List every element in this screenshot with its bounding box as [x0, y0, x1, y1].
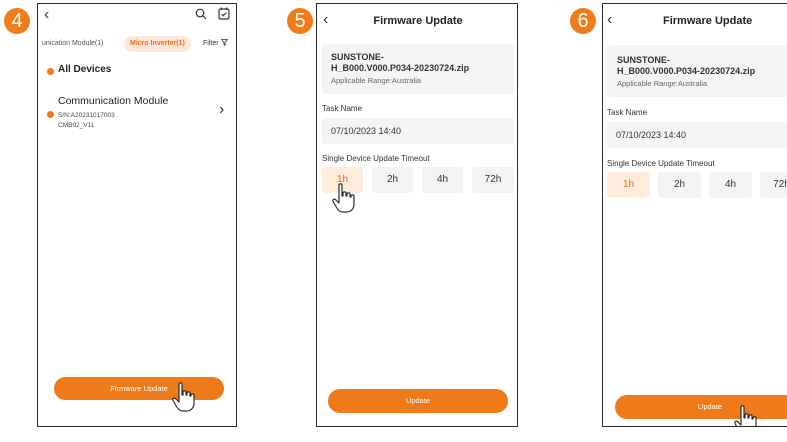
device-model: CMB02_V11	[58, 122, 95, 129]
timeout-option-2h[interactable]: 2h	[372, 167, 413, 193]
back-arrow-icon[interactable]: ‹	[44, 7, 49, 23]
task-name-input[interactable]: 07/10/2023 14:40	[607, 122, 787, 148]
timeout-option-72h[interactable]: 72h	[760, 172, 787, 198]
chevron-right-icon: ›	[219, 101, 225, 118]
page-title: Firmware Update	[663, 15, 753, 27]
tab-communication-module[interactable]: unication Module(1)	[38, 36, 109, 52]
applicable-range: Applicable Range:Australia	[331, 76, 422, 85]
timeout-label: Single Device Update Timeout	[607, 159, 715, 168]
timeout-option-4h[interactable]: 4h	[709, 172, 752, 198]
firmware-file-card: SUNSTONE- H_B000.V000.P034-20230724.zip …	[607, 45, 787, 97]
timeout-label: Single Device Update Timeout	[322, 154, 430, 163]
firmware-file-name-line1: SUNSTONE-	[331, 52, 384, 62]
task-name-label: Task Name	[322, 104, 363, 113]
search-icon[interactable]	[195, 8, 207, 20]
step-number-6: 6	[570, 8, 596, 34]
update-button[interactable]: Update	[615, 395, 787, 419]
firmware-file-name-line2: H_B000.V000.P034-20230724.zip	[617, 66, 756, 76]
tab-micro-inverter[interactable]: Micro Inverter(1)	[124, 36, 191, 52]
filter-button[interactable]: Filter	[203, 36, 228, 52]
hand-pointer-icon	[734, 405, 757, 426]
update-button[interactable]: Update	[328, 389, 508, 413]
task-name-label: Task Name	[607, 108, 648, 117]
timeout-option-1h[interactable]: 1h	[607, 172, 650, 198]
calendar-icon[interactable]	[218, 7, 230, 20]
page-title: Firmware Update	[373, 15, 463, 27]
firmware-file-card: SUNSTONE- H_B000.V000.P034-20230724.zip …	[322, 44, 514, 94]
hand-pointer-icon	[332, 183, 355, 213]
device-list-item[interactable]: Communication Module S/N:A20231017003 CM…	[38, 92, 236, 136]
all-devices-check-icon	[47, 68, 54, 75]
firmware-file-name-line1: SUNSTONE-	[617, 55, 670, 65]
device-name: Communication Module	[58, 95, 169, 107]
device-serial-number: S/N:A20231017003	[58, 112, 115, 119]
filter-icon	[220, 39, 228, 47]
timeout-option-72h[interactable]: 72h	[472, 167, 514, 193]
task-name-input[interactable]: 07/10/2023 14:40	[322, 118, 514, 144]
step-number-5: 5	[287, 8, 313, 34]
timeout-option-2h[interactable]: 2h	[658, 172, 701, 198]
firmware-file-name-line2: H_B000.V000.P034-20230724.zip	[331, 63, 470, 73]
filter-label: Filter	[203, 40, 219, 47]
step-number-4: 4	[4, 8, 30, 34]
back-arrow-icon[interactable]: ‹	[607, 12, 612, 28]
firmware-update-button[interactable]: Firmware Update	[54, 377, 224, 400]
phone-screen-device-list: ‹ unication Module(1) Micro Inverter(1) …	[37, 3, 237, 427]
all-devices-label[interactable]: All Devices	[58, 64, 111, 75]
phone-screen-firmware-update-confirm: ‹ Firmware Update SUNSTONE- H_B000.V000.…	[602, 3, 787, 427]
device-selected-icon	[47, 111, 54, 118]
applicable-range: Applicable Range:Australia	[617, 79, 708, 88]
timeout-option-4h[interactable]: 4h	[422, 167, 463, 193]
hand-pointer-icon	[172, 382, 195, 412]
phone-screen-firmware-update-selecting: ‹ Firmware Update SUNSTONE- H_B000.V000.…	[316, 3, 518, 427]
